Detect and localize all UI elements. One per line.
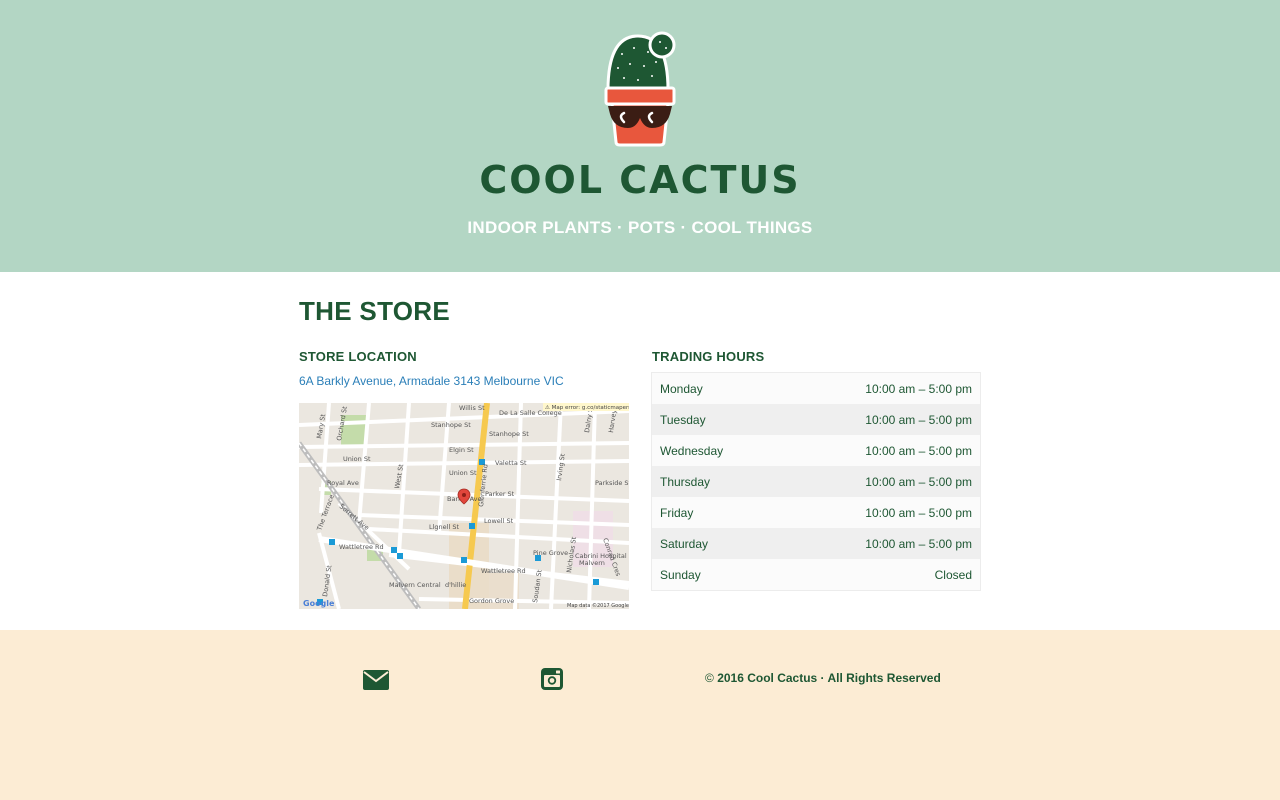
trading-hours-table: Monday 10:00 am – 5:00 pm Tuesday 10:00 … — [651, 372, 981, 591]
hours-row-saturday: Saturday 10:00 am – 5:00 pm — [652, 528, 980, 559]
svg-text:Llgnell St: Llgnell St — [429, 523, 459, 531]
svg-text:Parkside St: Parkside St — [595, 479, 629, 487]
svg-text:Stanhope St: Stanhope St — [431, 421, 471, 429]
hours-time: 10:00 am – 5:00 pm — [865, 443, 972, 458]
svg-text:Stanhope St: Stanhope St — [489, 430, 529, 438]
mail-icon[interactable] — [363, 670, 389, 690]
hours-row-thursday: Thursday 10:00 am – 5:00 pm — [652, 466, 980, 497]
hours-time: 10:00 am – 5:00 pm — [865, 536, 972, 551]
svg-text:Elgin St: Elgin St — [449, 446, 474, 454]
svg-text:Union St: Union St — [343, 455, 371, 463]
page-title: THE STORE — [299, 296, 451, 326]
brand-title[interactable]: COOL CACTUS — [0, 158, 1280, 202]
svg-text:Map data ©2017 Google: Map data ©2017 Google — [567, 602, 629, 609]
instagram-icon[interactable] — [541, 668, 563, 690]
svg-text:Willis St: Willis St — [459, 404, 485, 412]
hours-row-monday: Monday 10:00 am – 5:00 pm — [652, 373, 980, 404]
store-address-link[interactable]: 6A Barkly Avenue, Armadale 3143 Melbourn… — [299, 374, 564, 388]
copyright-label: 2016 Cool Cactus · All Rights Reserved — [717, 671, 941, 685]
svg-text:Wattletree Rd: Wattletree Rd — [339, 543, 384, 551]
hours-row-friday: Friday 10:00 am – 5:00 pm — [652, 497, 980, 528]
svg-text:Malvern Central: Malvern Central — [389, 581, 441, 589]
hours-day: Tuesday — [660, 412, 706, 427]
svg-text:Parker St: Parker St — [485, 490, 515, 498]
store-section: THE STORE STORE LOCATION 6A Barkly Avenu… — [0, 272, 1280, 630]
hero-header: COOL CACTUS INDOOR PLANTS · POTS · COOL … — [0, 0, 1280, 272]
site-footer: © 2016 Cool Cactus · All Rights Reserved — [0, 630, 1280, 800]
hours-time: Closed — [934, 567, 972, 582]
svg-text:d'hillie: d'hillie — [445, 581, 466, 589]
copyright-text: © 2016 Cool Cactus · All Rights Reserved — [705, 671, 941, 685]
svg-text:Pine Grove: Pine Grove — [533, 549, 568, 557]
store-map[interactable]: Willis St De La Salle College Stanhope S… — [299, 403, 629, 609]
svg-text:Google: Google — [303, 599, 335, 608]
copyright-symbol: © — [705, 671, 714, 685]
svg-text:Lowell St: Lowell St — [484, 517, 514, 525]
trading-hours-heading: TRADING HOURS — [652, 349, 765, 364]
hours-time: 10:00 am – 5:00 pm — [865, 474, 972, 489]
svg-text:Royal Ave: Royal Ave — [327, 479, 359, 487]
hours-day: Sunday — [660, 567, 701, 582]
tagline: INDOOR PLANTS · POTS · COOL THINGS — [467, 218, 813, 237]
hours-day: Saturday — [660, 536, 709, 551]
hours-day: Monday — [660, 381, 703, 396]
cactus-mascot-icon — [604, 31, 676, 147]
svg-text:⚠ Map error: g.co/staticmaperr: ⚠ Map error: g.co/staticmaperror — [545, 405, 629, 411]
hours-time: 10:00 am – 5:00 pm — [865, 412, 972, 427]
svg-text:Malvern: Malvern — [579, 559, 605, 567]
hours-time: 10:00 am – 5:00 pm — [865, 381, 972, 396]
svg-text:Valetta St: Valetta St — [495, 459, 527, 467]
svg-text:Gordon Grove: Gordon Grove — [469, 597, 514, 605]
hours-day: Wednesday — [660, 443, 724, 458]
svg-text:Wattletree Rd: Wattletree Rd — [481, 567, 526, 575]
hours-row-wednesday: Wednesday 10:00 am – 5:00 pm — [652, 435, 980, 466]
store-location-heading: STORE LOCATION — [299, 349, 417, 364]
hours-day: Thursday — [660, 474, 711, 489]
hours-time: 10:00 am – 5:00 pm — [865, 505, 972, 520]
svg-text:Union St: Union St — [449, 469, 477, 477]
hours-row-sunday: Sunday Closed — [652, 559, 980, 590]
hours-row-tuesday: Tuesday 10:00 am – 5:00 pm — [652, 404, 980, 435]
hours-day: Friday — [660, 505, 694, 520]
